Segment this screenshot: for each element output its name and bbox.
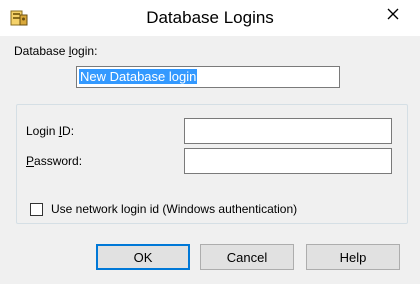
title-bar[interactable]: Database Logins: [0, 0, 420, 36]
close-button[interactable]: [370, 0, 416, 30]
password-field[interactable]: [184, 148, 392, 174]
database-login-input[interactable]: New Database login: [76, 66, 340, 88]
ok-button[interactable]: OK: [96, 244, 190, 270]
network-login-label: Use network login id (Windows authentica…: [51, 202, 298, 216]
network-login-checkbox[interactable]: [30, 202, 43, 216]
password-label: Password:: [26, 154, 83, 168]
database-login-label: Database login:: [14, 44, 98, 58]
database-login-value: New Database login: [79, 69, 198, 84]
login-id-label: Login ID:: [26, 124, 75, 138]
help-button[interactable]: Help: [306, 244, 400, 270]
close-icon: [387, 8, 399, 23]
database-logins-dialog: Database Logins Database login: New Data…: [0, 0, 420, 284]
dialog-content: Database login: New Database login Login…: [6, 38, 414, 278]
login-id-field[interactable]: [184, 118, 392, 144]
network-login-option[interactable]: Use network login id (Windows authentica…: [30, 202, 297, 216]
cancel-button[interactable]: Cancel: [200, 244, 294, 270]
window-title: Database Logins: [146, 8, 274, 27]
